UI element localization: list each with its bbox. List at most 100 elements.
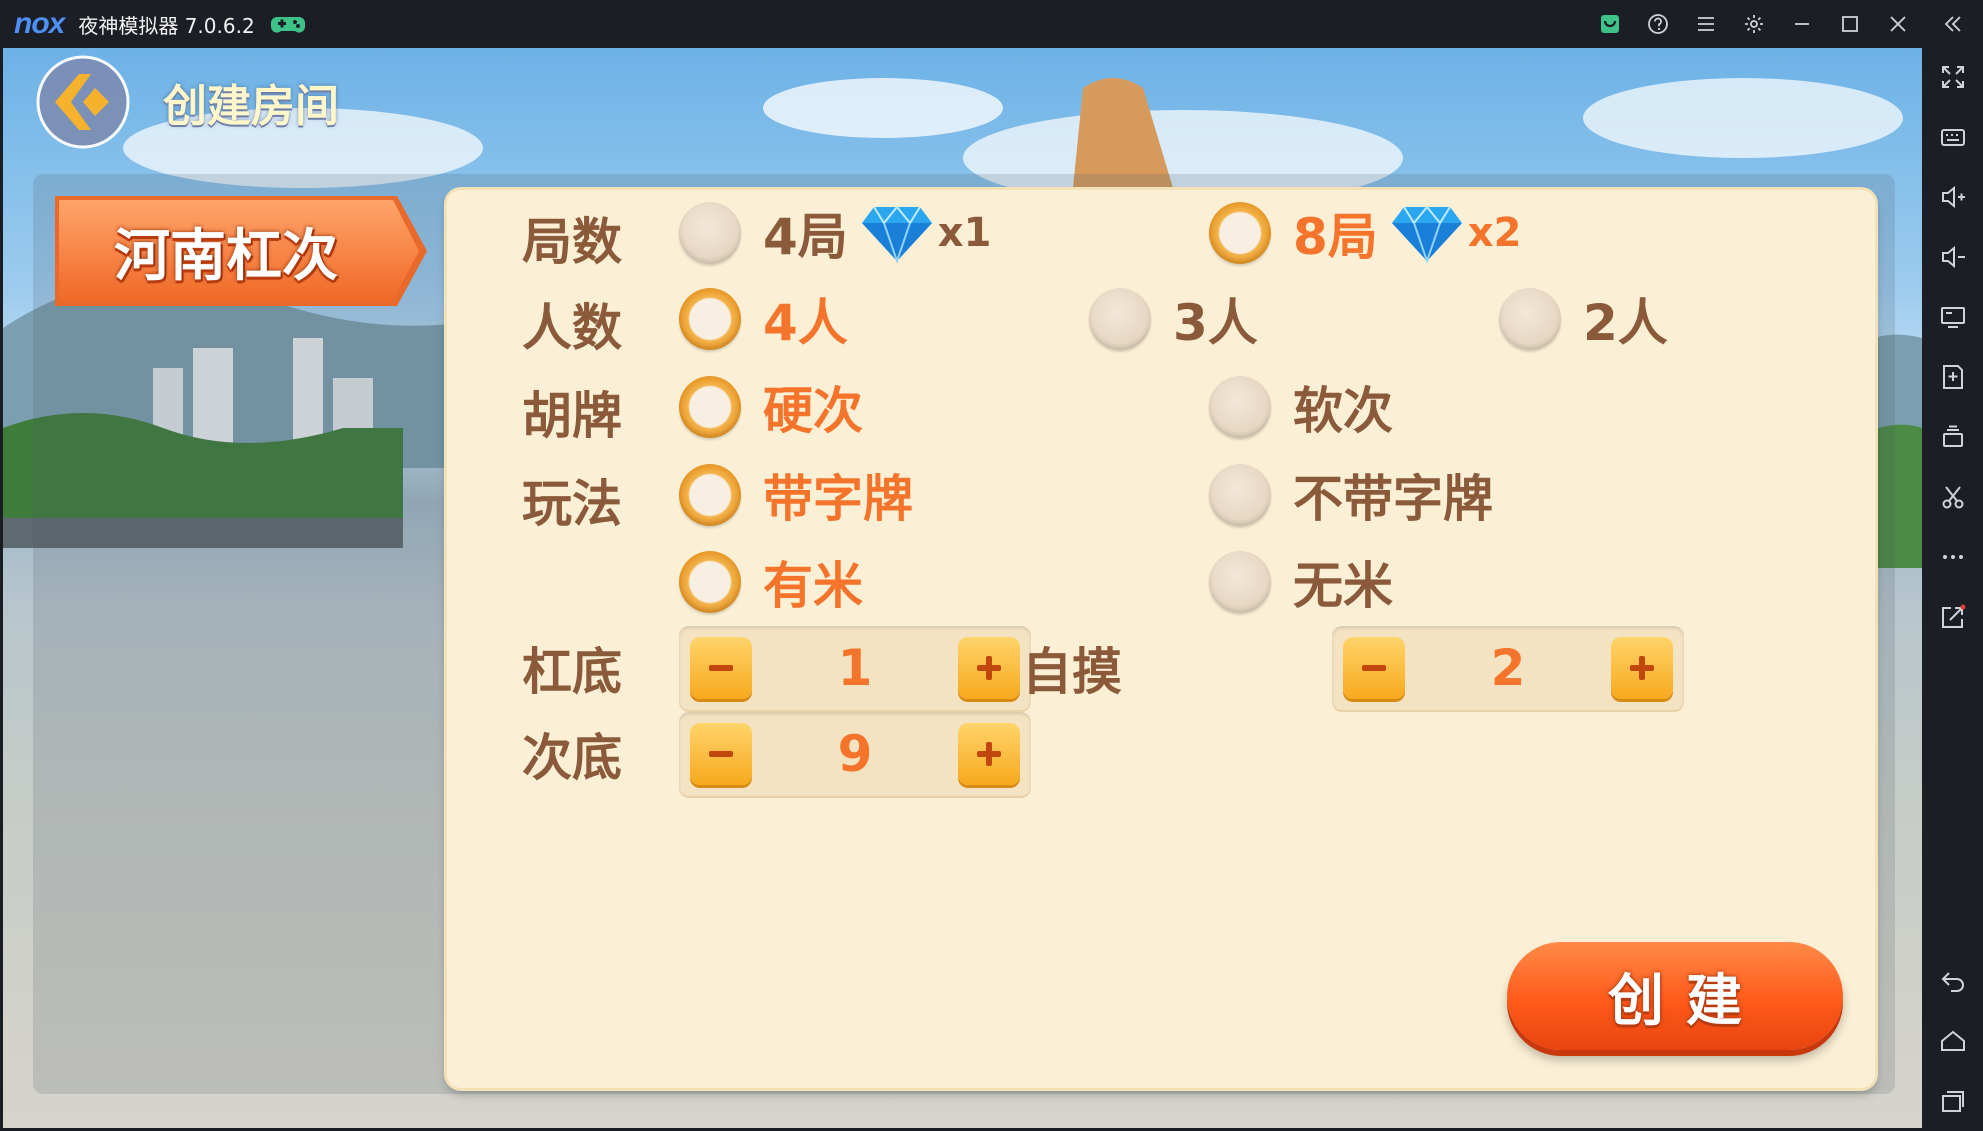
radio-button[interactable] <box>1209 464 1271 526</box>
help-icon <box>1648 14 1668 34</box>
back-button[interactable] <box>35 54 131 150</box>
play-option-without-honors[interactable]: 不带字牌 <box>1209 460 1493 530</box>
radio-button[interactable] <box>679 202 741 264</box>
scissors-icon <box>1942 486 1963 509</box>
fullscreen-icon <box>1941 66 1964 88</box>
android-home-button[interactable] <box>1922 1016 1983 1066</box>
hupai-label: 胡牌 <box>522 387 622 445</box>
diamond-icon <box>1391 205 1462 263</box>
rounds-option-8[interactable]: 8局 x2 <box>1209 198 1521 268</box>
stepper-value: 1 <box>837 639 873 697</box>
gangdi-stepper: 1 <box>679 626 1031 710</box>
radio-button[interactable] <box>679 551 741 613</box>
keyboard-button[interactable] <box>1922 112 1983 162</box>
radio-button[interactable] <box>679 464 741 526</box>
play-option-with-honors[interactable]: 带字牌 <box>679 460 913 530</box>
volume-up-button[interactable] <box>1922 172 1983 222</box>
screen-icon <box>1940 307 1965 328</box>
radio-button[interactable] <box>1499 288 1561 350</box>
zimo-stepper: 2 <box>1332 626 1684 710</box>
players-option-2[interactable]: 2人 <box>1499 284 1668 354</box>
screen-button[interactable] <box>1922 292 1983 342</box>
radio-button[interactable] <box>1209 202 1271 264</box>
nox-logo: nox <box>14 7 65 40</box>
zimo-label: 自摸 <box>1022 643 1122 701</box>
volume-down-button[interactable] <box>1922 232 1983 282</box>
screenshot-button[interactable] <box>1922 472 1983 522</box>
back-icon <box>1941 972 1964 992</box>
help-button[interactable] <box>1634 0 1682 48</box>
share-icon <box>1941 604 1965 628</box>
apk-install-button[interactable] <box>1922 352 1983 402</box>
game-mode-label: 河南杠次 <box>114 223 338 289</box>
rounds-option-4[interactable]: 4局 x1 <box>679 198 991 268</box>
game-mode-tab[interactable]: 河南杠次 <box>51 192 431 310</box>
title-bar: nox 夜神模拟器 7.0.6.2 <box>0 0 1983 48</box>
gamepad-icon[interactable] <box>270 13 305 35</box>
diamond-cost: x2 <box>1467 210 1522 256</box>
android-back-button[interactable] <box>1922 956 1983 1006</box>
multi-instance-button[interactable] <box>1922 412 1983 462</box>
plus-icon <box>1630 656 1654 680</box>
radio-button[interactable] <box>679 288 741 350</box>
radio-button[interactable] <box>679 376 741 438</box>
page-title: 创建房间 <box>163 81 339 132</box>
increment-button[interactable] <box>958 723 1020 785</box>
volume-down-icon <box>1941 245 1965 269</box>
hupai-option-soft[interactable]: 软次 <box>1209 372 1393 442</box>
increment-button[interactable] <box>958 637 1020 699</box>
settings-button[interactable] <box>1730 0 1778 48</box>
minimize-button[interactable] <box>1778 0 1826 48</box>
diamond-cost: x1 <box>937 210 992 256</box>
more-button[interactable] <box>1922 532 1983 582</box>
collapse-sidebar-button[interactable] <box>1922 0 1983 48</box>
store-button[interactable] <box>1586 0 1634 48</box>
play-option-label: 无米 <box>1293 557 1393 615</box>
rounds-option-label: 4局 <box>763 208 848 266</box>
players-option-4[interactable]: 4人 <box>679 284 848 354</box>
play-option-label: 不带字牌 <box>1293 470 1493 528</box>
play-option-with-mi[interactable]: 有米 <box>679 547 863 617</box>
android-recent-button[interactable] <box>1922 1076 1983 1126</box>
increment-button[interactable] <box>1611 637 1673 699</box>
players-option-label: 2人 <box>1583 294 1668 352</box>
close-button[interactable] <box>1874 0 1922 48</box>
minus-icon <box>1362 665 1386 671</box>
multi-instance-icon <box>1942 425 1963 447</box>
radio-button[interactable] <box>1089 288 1151 350</box>
players-option-label: 3人 <box>1173 294 1258 352</box>
room-settings-panel: 局数 4局 x1 8局 x2 人数 4人 3人 2人 胡牌 硬次 软次 玩法 带… <box>447 190 1875 1088</box>
minus-icon <box>709 751 733 757</box>
radio-button[interactable] <box>1209 551 1271 613</box>
plus-icon <box>977 742 1001 766</box>
settings-icon <box>1745 15 1763 33</box>
fullscreen-button[interactable] <box>1922 52 1983 102</box>
menu-button[interactable] <box>1682 0 1730 48</box>
play-option-label: 有米 <box>763 557 863 615</box>
emulator-sidebar <box>1922 48 1983 1131</box>
plus-icon <box>977 656 1001 680</box>
create-room-button[interactable]: 创建 <box>1507 942 1843 1050</box>
players-option-label: 4人 <box>763 294 848 352</box>
cidi-label: 次底 <box>522 729 622 787</box>
hupai-option-hard[interactable]: 硬次 <box>679 372 863 442</box>
share-button[interactable] <box>1922 592 1983 642</box>
stepper-value: 2 <box>1490 639 1526 697</box>
maximize-button[interactable] <box>1826 0 1874 48</box>
rounds-option-label: 8局 <box>1293 208 1378 266</box>
stepper-value: 9 <box>837 725 873 783</box>
cidi-stepper: 9 <box>679 712 1031 796</box>
players-option-3[interactable]: 3人 <box>1089 284 1258 354</box>
more-icon <box>1942 555 1963 559</box>
close-icon <box>1890 16 1906 32</box>
collapse-icon <box>1944 16 1961 32</box>
minus-icon <box>709 665 733 671</box>
play-option-without-mi[interactable]: 无米 <box>1209 547 1393 617</box>
maximize-icon <box>1842 16 1858 32</box>
game-viewport: 创建房间 河南杠次 局数 4局 x1 8局 x2 人数 4人 3人 2人 胡牌 … <box>3 48 1922 1128</box>
gangdi-label: 杠底 <box>522 643 622 701</box>
radio-button[interactable] <box>1209 376 1271 438</box>
app-title: 夜神模拟器 7.0.6.2 <box>78 13 255 38</box>
recent-apps-icon <box>1941 1091 1964 1112</box>
rounds-label: 局数 <box>522 213 622 271</box>
